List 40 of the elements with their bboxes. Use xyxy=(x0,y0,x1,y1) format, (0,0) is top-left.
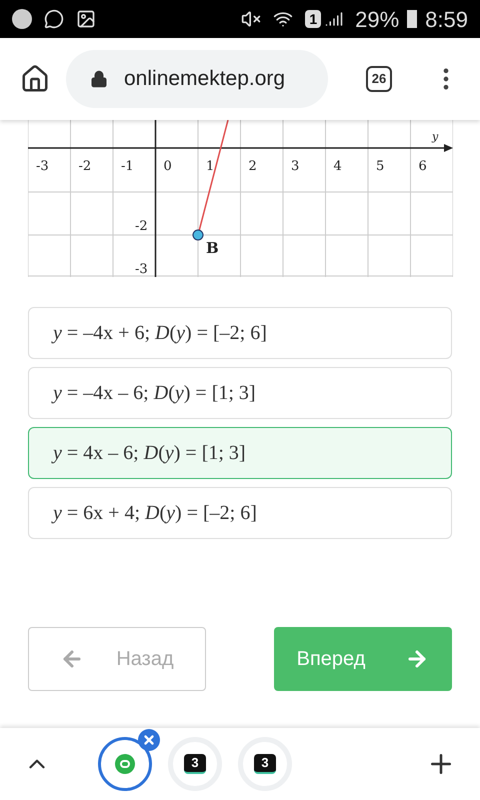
tab-favicon: 3 xyxy=(184,754,206,774)
x-tick-label: 0 xyxy=(164,159,172,174)
mute-icon xyxy=(241,9,262,29)
clock: 8:59 xyxy=(425,6,468,34)
x-tick-label: 3 xyxy=(291,159,300,174)
sim-indicator: 1 xyxy=(305,10,322,28)
tab-thumbnail[interactable]: 3 xyxy=(238,737,292,791)
answer-option[interactable]: y = –4x – 6; D(y) = [1; 3] xyxy=(28,367,452,419)
axis-label: y xyxy=(432,130,438,143)
answer-option[interactable]: y = 6x + 4; D(y) = [–2; 6] xyxy=(28,487,452,539)
point-label: B xyxy=(206,239,219,257)
battery-icon xyxy=(407,10,418,28)
x-tick-label: 2 xyxy=(248,159,257,174)
x-tick-label: 5 xyxy=(376,159,384,174)
tab-count-button[interactable]: 26 xyxy=(366,66,392,92)
point-marker xyxy=(192,230,204,240)
chat-icon xyxy=(44,9,64,29)
y-tick-label: -2 xyxy=(135,219,148,234)
x-tick-label: 1 xyxy=(206,159,214,174)
home-icon[interactable] xyxy=(20,64,50,94)
logo-icon xyxy=(115,754,135,774)
lock-icon xyxy=(90,70,108,88)
notification-icon xyxy=(12,9,32,29)
close-icon xyxy=(142,733,156,747)
x-tick-label: -2 xyxy=(78,159,92,174)
signal-icon xyxy=(325,10,344,28)
x-tick-label: 4 xyxy=(334,159,342,174)
image-icon xyxy=(76,9,96,29)
y-tick-label: -3 xyxy=(135,262,148,277)
battery-percent: 29% xyxy=(355,6,400,34)
x-tick-label: -3 xyxy=(36,159,49,174)
answer-option[interactable]: y = –4x + 6; D(y) = [–2; 6] xyxy=(28,307,452,359)
address-bar[interactable]: onlinemektep.org xyxy=(66,50,328,108)
x-tick-label: 6 xyxy=(418,159,427,174)
answer-option[interactable]: y = 4x – 6; D(y) = [1; 3] xyxy=(28,427,452,479)
tab-thumbnail[interactable]: 3 xyxy=(168,737,222,791)
tab-favicon: 3 xyxy=(254,754,276,774)
x-tick-label: -1 xyxy=(121,159,134,174)
url-text: onlinemektep.org xyxy=(124,66,286,92)
close-tab-button[interactable] xyxy=(138,729,160,751)
